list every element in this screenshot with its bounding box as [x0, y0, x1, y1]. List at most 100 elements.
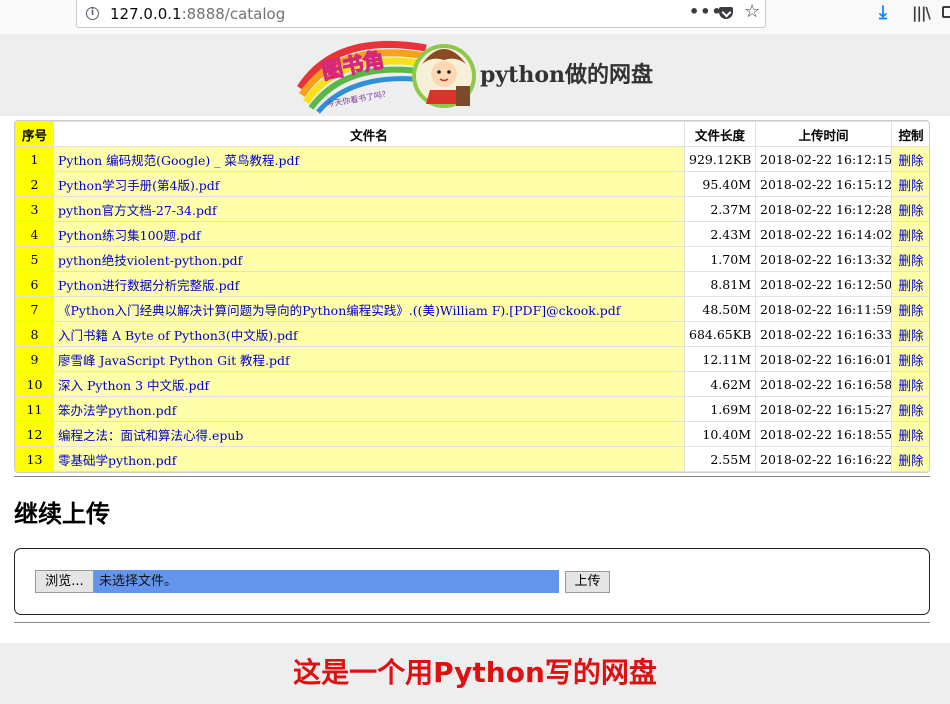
file-name-cell: 深入 Python 3 中文版.pdf [53, 371, 685, 397]
upload-time: 2018-02-22 16:14:02 [755, 221, 892, 247]
file-table: 序号 文件名 文件长度 上传时间 控制 1 Python 编码规范(Google)… [14, 120, 930, 473]
file-size: 2.55M [684, 446, 756, 472]
file-name-cell: python官方文档-27-34.pdf [53, 196, 685, 222]
delete-link[interactable]: 删除 [898, 178, 923, 193]
file-name-cell: 笨办法学python.pdf [53, 396, 685, 422]
file-link[interactable]: 廖雪峰 JavaScript Python Git 教程.pdf [58, 353, 290, 368]
download-icon[interactable]: ⤓ [879, 3, 887, 23]
row-index: 8 [15, 321, 54, 347]
upload-time: 2018-02-22 16:12:28 [755, 196, 892, 222]
file-link[interactable]: 《Python入门经典以解决计算问题为导向的Python编程实践》.((美)Wi… [58, 303, 620, 318]
control-cell: 删除 [891, 146, 929, 172]
control-cell: 删除 [891, 296, 929, 322]
file-link[interactable]: 编程之法：面试和算法心得.epub [58, 428, 243, 443]
upload-time: 2018-02-22 16:15:27 [755, 396, 892, 422]
delete-link[interactable]: 删除 [898, 153, 923, 168]
table-row: 5 python绝技violent-python.pdf 1.70M 2018-02-… [15, 246, 929, 272]
table-row: 1 Python 编码规范(Google) _ 菜鸟教程.pdf 929.12KB 2… [15, 146, 929, 172]
logo-subtext: 今天你看书了吗? [326, 89, 387, 109]
table-row: 4 Python练习集100题.pdf 2.43M 2018-02-22 16:14:… [15, 221, 929, 247]
divider [14, 622, 930, 623]
control-cell: 删除 [891, 346, 929, 372]
control-cell: 删除 [891, 396, 929, 422]
library-icon[interactable]: |||\ [912, 4, 931, 22]
file-link[interactable]: python绝技violent-python.pdf [58, 253, 242, 268]
file-link[interactable]: Python学习手册(第4版).pdf [58, 178, 219, 193]
file-link[interactable]: 深入 Python 3 中文版.pdf [58, 378, 209, 393]
file-link[interactable]: 零基础学python.pdf [58, 453, 176, 468]
browse-button[interactable]: 浏览... [35, 570, 94, 593]
upload-time: 2018-02-22 16:15:12 [755, 171, 892, 197]
header-control: 控制 [891, 121, 929, 147]
row-index: 7 [15, 296, 54, 322]
row-index: 9 [15, 346, 54, 372]
delete-link[interactable]: 删除 [898, 253, 923, 268]
url-text[interactable]: 127.0.0.1:8888/catalog [110, 5, 285, 23]
divider [14, 476, 930, 477]
file-link[interactable]: 笨办法学python.pdf [58, 403, 176, 418]
delete-link[interactable]: 删除 [898, 428, 923, 443]
file-size: 12.11M [684, 346, 756, 372]
table-row: 13 零基础学python.pdf 2.55M 2018-02-22 16:16:22… [15, 446, 929, 472]
page-title: python做的网盘 [480, 62, 653, 88]
site-footer: 这是一个用Python写的网盘 [0, 643, 950, 704]
pocket-icon[interactable] [719, 7, 733, 19]
file-size: 2.43M [684, 221, 756, 247]
table-row: 7 《Python入门经典以解决计算问题为导向的Python编程实践》.((美)W… [15, 296, 929, 322]
file-link[interactable]: python官方文档-27-34.pdf [58, 203, 217, 218]
file-link[interactable]: 入门书籍 A Byte of Python3(中文版).pdf [58, 328, 298, 343]
file-link[interactable]: Python进行数据分析完整版.pdf [58, 278, 239, 293]
file-name-cell: 入门书籍 A Byte of Python3(中文版).pdf [53, 321, 685, 347]
file-size: 2.37M [684, 196, 756, 222]
control-cell: 删除 [891, 196, 929, 222]
upload-time: 2018-02-22 16:16:22 [755, 446, 892, 472]
upload-time: 2018-02-22 16:16:58 [755, 371, 892, 397]
table-header-row: 序号 文件名 文件长度 上传时间 控制 [15, 121, 929, 147]
row-index: 11 [15, 396, 54, 422]
table-row: 2 Python学习手册(第4版).pdf 95.40M 2018-02-22 16:… [15, 171, 929, 197]
upload-form: 浏览... 未选择文件。 上传 [14, 548, 930, 615]
page-actions-menu-icon[interactable]: ••• [689, 2, 723, 22]
delete-link[interactable]: 删除 [898, 278, 923, 293]
file-name-cell: Python学习手册(第4版).pdf [53, 171, 685, 197]
delete-link[interactable]: 删除 [898, 378, 923, 393]
file-size: 4.62M [684, 371, 756, 397]
delete-link[interactable]: 删除 [898, 228, 923, 243]
row-index: 3 [15, 196, 54, 222]
address-bar[interactable]: i 127.0.0.1:8888/catalog ••• ☆ [76, 0, 766, 28]
delete-link[interactable]: 删除 [898, 303, 923, 318]
file-size: 1.70M [684, 246, 756, 272]
row-index: 13 [15, 446, 54, 472]
file-size: 48.50M [684, 296, 756, 322]
control-cell: 删除 [891, 221, 929, 247]
control-cell: 删除 [891, 371, 929, 397]
delete-link[interactable]: 删除 [898, 203, 923, 218]
upload-submit-button[interactable]: 上传 [565, 571, 610, 593]
sidebar-icon[interactable] [942, 6, 950, 18]
info-icon[interactable]: i [86, 7, 99, 20]
delete-link[interactable]: 删除 [898, 328, 923, 343]
file-input[interactable]: 浏览... 未选择文件。 [35, 570, 559, 593]
bookmark-star-icon[interactable]: ☆ [744, 2, 760, 22]
file-link[interactable]: Python 编码规范(Google) _ 菜鸟教程.pdf [58, 153, 299, 168]
upload-time: 2018-02-22 16:11:59 [755, 296, 892, 322]
footer-text: 这是一个用Python写的网盘 [293, 656, 657, 689]
file-link[interactable]: Python练习集100题.pdf [58, 228, 201, 243]
file-size: 10.40M [684, 421, 756, 447]
url-host: 127.0.0.1 [110, 5, 182, 23]
table-row: 9 廖雪峰 JavaScript Python Git 教程.pdf 12.11M 2… [15, 346, 929, 372]
file-name-cell: python绝技violent-python.pdf [53, 246, 685, 272]
delete-link[interactable]: 删除 [898, 403, 923, 418]
upload-time: 2018-02-22 16:18:55 [755, 421, 892, 447]
file-name-cell: 零基础学python.pdf [53, 446, 685, 472]
file-size: 684.65KB [684, 321, 756, 347]
row-index: 5 [15, 246, 54, 272]
delete-link[interactable]: 删除 [898, 453, 923, 468]
table-row: 3 python官方文档-27-34.pdf 2.37M 2018-02-22 16:… [15, 196, 929, 222]
table-row: 12 编程之法：面试和算法心得.epub 10.40M 2018-02-22 16:1… [15, 421, 929, 447]
table-row: 8 入门书籍 A Byte of Python3(中文版).pdf 684.65KB… [15, 321, 929, 347]
row-index: 12 [15, 421, 54, 447]
header-size: 文件长度 [684, 121, 756, 147]
delete-link[interactable]: 删除 [898, 353, 923, 368]
file-size: 95.40M [684, 171, 756, 197]
